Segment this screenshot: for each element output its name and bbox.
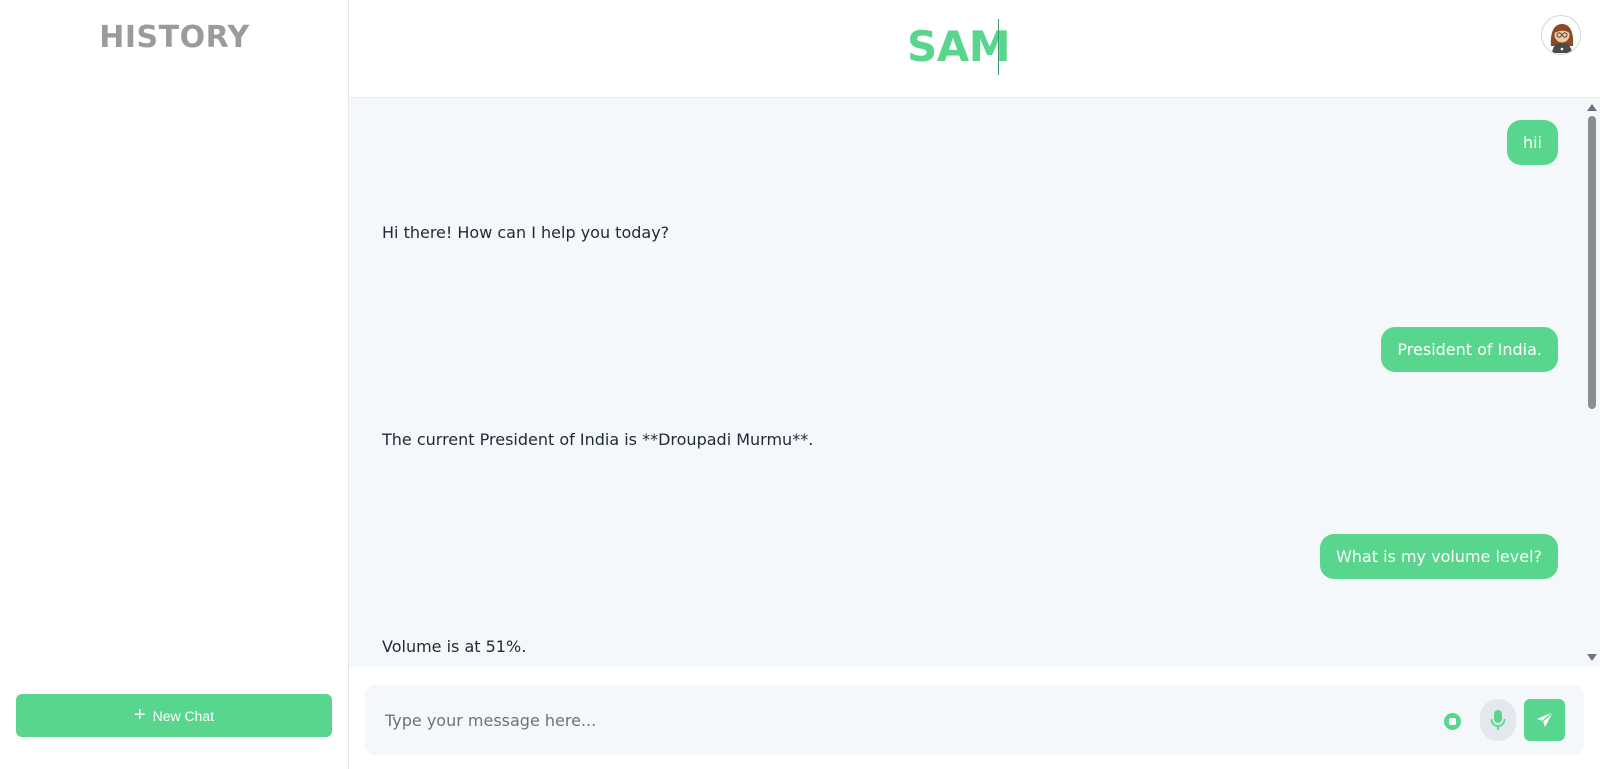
app-window: HISTORY + New Chat SAM hii Hi there! How… <box>0 0 1600 769</box>
text-caret <box>998 19 999 75</box>
assistant-message: Hi there! How can I help you today? <box>382 223 670 242</box>
send-icon <box>1536 711 1553 727</box>
header: SAM <box>349 0 1600 98</box>
microphone-button[interactable] <box>1480 699 1516 741</box>
brand-title: SAM <box>907 22 1011 71</box>
message-input[interactable] <box>385 706 1405 734</box>
chat-messages[interactable]: hii Hi there! How can I help you today? … <box>349 98 1600 667</box>
message-composer <box>349 667 1600 769</box>
history-title: HISTORY <box>99 20 250 55</box>
user-message: President of India. <box>1381 327 1558 372</box>
scroll-down-arrow-icon[interactable] <box>1587 654 1597 661</box>
stop-indicator-icon[interactable] <box>1444 713 1461 730</box>
assistant-message: Volume is at 51%. <box>382 637 527 656</box>
scrollbar-thumb[interactable] <box>1588 116 1596 409</box>
message-input-container <box>365 685 1584 755</box>
plus-icon: + <box>133 703 146 726</box>
chat-scrollbar[interactable] <box>1584 98 1600 667</box>
microphone-icon <box>1490 710 1506 730</box>
scroll-up-arrow-icon[interactable] <box>1587 104 1597 111</box>
main-panel: SAM hii Hi there! How can I help you tod… <box>349 0 1600 769</box>
user-avatar-icon[interactable] <box>1541 15 1581 55</box>
send-button[interactable] <box>1524 699 1565 741</box>
assistant-message: The current President of India is **Drou… <box>382 430 814 449</box>
user-message: hii <box>1506 120 1558 165</box>
history-sidebar: HISTORY + New Chat <box>0 0 349 769</box>
new-chat-label: New Chat <box>152 707 215 724</box>
user-message: What is my volume level? <box>1319 534 1558 579</box>
new-chat-button[interactable]: + New Chat <box>16 694 332 737</box>
